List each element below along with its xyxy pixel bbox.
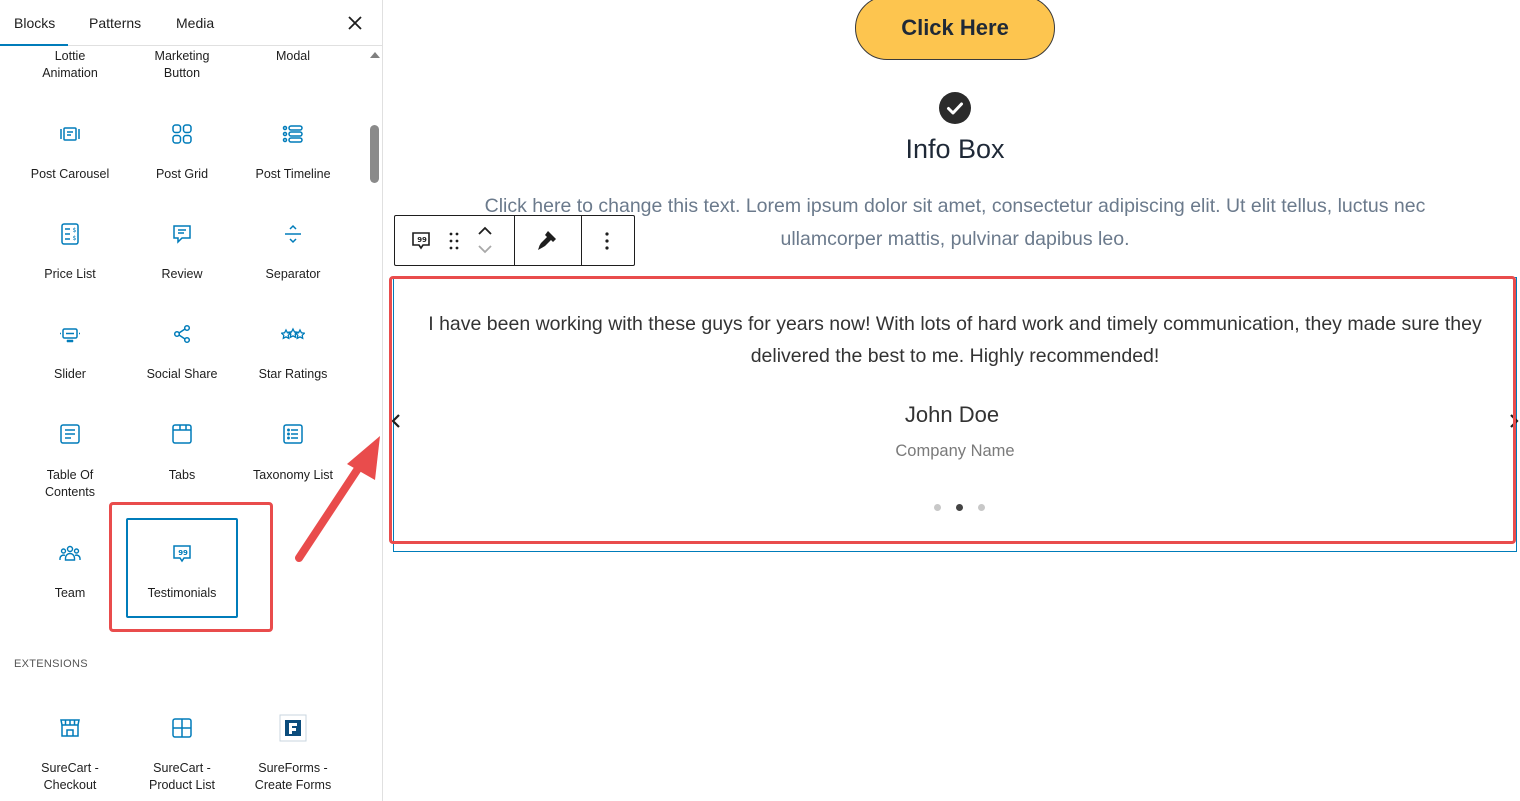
svg-text:$: $ bbox=[73, 235, 77, 242]
click-here-button[interactable]: Click Here bbox=[855, 0, 1055, 60]
post-timeline-icon bbox=[281, 122, 305, 146]
block-label: Marketing Button bbox=[154, 49, 210, 80]
block-post-carousel[interactable]: Post Carousel bbox=[14, 110, 126, 200]
annotation-highlight-testimonial-block bbox=[389, 276, 1516, 544]
block-label: Post Timeline bbox=[255, 167, 331, 181]
toolbar-divider bbox=[514, 216, 515, 265]
block-label: Table Of Contents bbox=[44, 468, 96, 499]
testimonials-block-icon[interactable]: 99 bbox=[409, 229, 433, 253]
block-label: Review bbox=[161, 267, 203, 281]
editor-canvas: Click Here Info Box Click here to change… bbox=[384, 0, 1520, 801]
store-icon bbox=[58, 716, 82, 740]
annotation-arrow-icon bbox=[285, 430, 385, 565]
post-carousel-icon bbox=[58, 122, 82, 146]
more-options-icon[interactable] bbox=[601, 229, 613, 253]
block-inserter-sidebar: Blocks Patterns Media Lottie Animation M… bbox=[0, 0, 383, 801]
block-label: Modal bbox=[275, 49, 311, 63]
star-ratings-icon bbox=[281, 322, 305, 346]
block-label: Star Ratings bbox=[258, 367, 328, 381]
social-share-icon bbox=[170, 322, 194, 346]
separator-icon bbox=[281, 222, 305, 246]
move-up-icon[interactable] bbox=[475, 222, 495, 238]
block-label: Separator bbox=[265, 267, 321, 281]
move-down-icon[interactable] bbox=[475, 242, 495, 258]
block-lottie-animation[interactable]: Lottie Animation bbox=[14, 20, 126, 90]
block-slider[interactable]: Slider bbox=[14, 310, 126, 400]
check-circle-icon bbox=[939, 92, 971, 124]
tabs-icon bbox=[170, 422, 194, 446]
sureforms-icon bbox=[279, 714, 307, 742]
extensions-heading: EXTENSIONS bbox=[14, 658, 88, 670]
block-tabs[interactable]: Tabs bbox=[126, 410, 238, 505]
annotation-highlight-testimonials bbox=[109, 502, 273, 632]
block-separator[interactable]: Separator bbox=[237, 210, 349, 300]
block-surecart-product-list[interactable]: SureCart - Product List bbox=[126, 705, 238, 801]
block-table-of-contents[interactable]: Table Of Contents bbox=[14, 410, 126, 505]
toolbar-divider bbox=[581, 216, 582, 265]
block-price-list[interactable]: $ $ Price List bbox=[14, 210, 126, 300]
block-surecart-checkout[interactable]: SureCart - Checkout bbox=[14, 705, 126, 801]
block-marketing-button[interactable]: Marketing Button bbox=[126, 20, 238, 90]
block-review[interactable]: Review bbox=[126, 210, 238, 300]
block-post-timeline[interactable]: Post Timeline bbox=[237, 110, 349, 200]
sidebar-scrollbar[interactable] bbox=[369, 50, 381, 801]
review-icon bbox=[170, 222, 194, 246]
block-toolbar: 99 bbox=[394, 215, 635, 266]
block-label: Tabs bbox=[168, 468, 196, 482]
block-modal[interactable]: Modal bbox=[237, 20, 349, 90]
team-icon bbox=[58, 542, 82, 566]
block-label: Slider bbox=[54, 367, 86, 381]
block-star-ratings[interactable]: Star Ratings bbox=[237, 310, 349, 400]
drag-handle-icon[interactable] bbox=[445, 230, 465, 252]
block-label: Lottie Animation bbox=[42, 49, 98, 80]
post-grid-icon bbox=[170, 122, 194, 146]
scroll-up-arrow-icon[interactable] bbox=[370, 52, 380, 58]
block-post-grid[interactable]: Post Grid bbox=[126, 110, 238, 200]
svg-text:99: 99 bbox=[417, 236, 427, 244]
styles-brush-icon[interactable] bbox=[535, 228, 559, 252]
grid-icon bbox=[170, 716, 194, 740]
scroll-thumb[interactable] bbox=[370, 125, 379, 183]
block-label: Post Carousel bbox=[30, 167, 110, 181]
block-label: Social Share bbox=[146, 367, 218, 381]
price-list-icon: $ $ bbox=[58, 222, 82, 246]
block-social-share[interactable]: Social Share bbox=[126, 310, 238, 400]
slider-icon bbox=[58, 322, 82, 346]
table-of-contents-icon bbox=[58, 422, 82, 446]
block-label: SureForms - Create Forms bbox=[254, 761, 332, 792]
info-box-title[interactable]: Info Box bbox=[384, 134, 1520, 165]
block-label: SureCart - Checkout bbox=[41, 761, 99, 792]
block-label: Post Grid bbox=[155, 167, 209, 181]
block-sureforms-create-forms[interactable]: SureForms - Create Forms bbox=[237, 705, 349, 801]
block-label: SureCart - Product List bbox=[148, 761, 215, 792]
block-label: Price List bbox=[44, 267, 96, 281]
svg-text:$: $ bbox=[73, 227, 77, 234]
